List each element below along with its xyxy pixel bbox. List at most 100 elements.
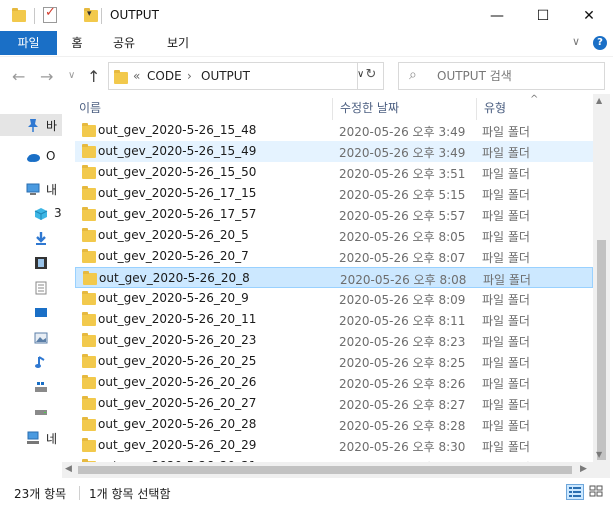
- modified-date: 2020-05-26 오후 5:15: [339, 188, 466, 202]
- file-name: out_gev_2020-5-26_20_29: [98, 438, 257, 452]
- selection-count: 1개 항목 선택함: [89, 487, 171, 501]
- file-name: out_gev_2020-5-26_20_26: [98, 375, 257, 389]
- table-row[interactable]: out_gev_2020-5-26_20_11 2020-05-26 오후 8:1…: [75, 309, 593, 330]
- modified-date: 2020-05-26 오후 8:08: [340, 273, 467, 287]
- table-row[interactable]: out_gev_2020-5-26_20_29 2020-05-26 오후 8:3…: [75, 435, 593, 456]
- sidebar-item-drive[interactable]: [0, 400, 62, 422]
- column-header-date[interactable]: 수정한 날짜: [340, 99, 399, 119]
- sidebar-item-music[interactable]: [0, 351, 62, 373]
- table-row[interactable]: out_gev_2020-5-26_20_7 2020-05-26 오후 8:07…: [75, 246, 593, 267]
- table-row[interactable]: out_gev_2020-5-26_20_28 2020-05-26 오후 8:2…: [75, 414, 593, 435]
- scroll-left-icon[interactable]: ◀: [65, 464, 72, 474]
- modified-date: 2020-05-26 오후 8:26: [339, 377, 466, 391]
- sidebar-item-network[interactable]: 네: [0, 427, 62, 449]
- tab-home[interactable]: 홈: [62, 31, 92, 55]
- scrollbar-thumb[interactable]: [597, 240, 606, 460]
- details-view-button[interactable]: [566, 484, 584, 500]
- table-row[interactable]: out_gev_2020-5-26_20_27 2020-05-26 오후 8:2…: [75, 393, 593, 414]
- table-row[interactable]: out_gev_2020-5-26_15_50 2020-05-26 오후 3:5…: [75, 162, 593, 183]
- large-icons-view-button[interactable]: [588, 484, 606, 500]
- table-row[interactable]: out_gev_2020-5-26_17_57 2020-05-26 오후 5:5…: [75, 204, 593, 225]
- column-header-name[interactable]: 이름: [79, 99, 101, 119]
- address-bar[interactable]: « CODE › OUTPUT ∨ ↻: [108, 62, 384, 90]
- table-row[interactable]: out_gev_2020-5-26_20_25 2020-05-26 오후 8:2…: [75, 351, 593, 372]
- properties-icon[interactable]: [43, 5, 57, 23]
- tab-share[interactable]: 공유: [104, 31, 144, 55]
- network-icon: [27, 431, 39, 444]
- file-type: 파일 폴더: [482, 419, 530, 433]
- table-row[interactable]: out_gev_2020-5-26_20_5 2020-05-26 오후 8:05…: [75, 225, 593, 246]
- scroll-down-icon[interactable]: ▼: [596, 450, 602, 459]
- forward-button[interactable]: →: [40, 67, 53, 86]
- tab-view[interactable]: 보기: [158, 31, 198, 55]
- expand-ribbon-icon[interactable]: ∨: [572, 35, 580, 48]
- sidebar-item-windows-drive[interactable]: [0, 376, 62, 398]
- folder-icon: [82, 291, 96, 305]
- horizontal-scrollbar[interactable]: ◀ ▶: [62, 462, 593, 478]
- table-row[interactable]: out_gev_2020-5-26_20_8 2020-05-26 오후 8:08…: [75, 267, 593, 288]
- table-row[interactable]: out_gev_2020-5-26_15_48 2020-05-26 오후 3:4…: [75, 120, 593, 141]
- help-icon[interactable]: ?: [593, 36, 607, 50]
- sidebar-item-this-pc[interactable]: 내: [0, 178, 62, 200]
- file-type: 파일 폴더: [482, 230, 530, 244]
- close-button[interactable]: ✕: [566, 0, 612, 31]
- folder-icon: [83, 271, 97, 285]
- divider: [79, 486, 80, 500]
- file-type: 파일 폴더: [482, 440, 530, 454]
- modified-date: 2020-05-26 오후 8:25: [339, 356, 466, 370]
- scrollbar-thumb[interactable]: [78, 466, 572, 474]
- search-box[interactable]: ⌕: [398, 62, 605, 90]
- search-input[interactable]: [437, 67, 597, 85]
- sidebar-item-documents[interactable]: [0, 277, 62, 299]
- table-row[interactable]: out_gev_2020-5-26_20_9 2020-05-26 오후 8:09…: [75, 288, 593, 309]
- breadcrumb-output[interactable]: OUTPUT: [201, 69, 250, 83]
- file-type: 파일 폴더: [482, 167, 530, 181]
- minimize-button[interactable]: —: [474, 0, 520, 31]
- sidebar-item-pictures[interactable]: [0, 327, 62, 349]
- search-icon: ⌕: [409, 67, 417, 83]
- column-divider[interactable]: [332, 98, 333, 120]
- file-name: out_gev_2020-5-26_20_27: [98, 396, 257, 410]
- back-button[interactable]: ←: [12, 67, 25, 86]
- refresh-button[interactable]: ↻: [357, 62, 384, 90]
- file-type: 파일 폴더: [482, 251, 530, 265]
- onedrive-icon: [27, 154, 40, 162]
- modified-date: 2020-05-26 오후 8:09: [339, 293, 466, 307]
- sidebar-item-3d-objects[interactable]: 3: [0, 203, 62, 225]
- modified-date: 2020-05-26 오후 8:30: [339, 440, 466, 454]
- scroll-right-icon[interactable]: ▶: [580, 464, 587, 474]
- sidebar-item-onedrive[interactable]: O: [0, 146, 62, 168]
- table-row[interactable]: out_gev_2020-5-26_20_23 2020-05-26 오후 8:2…: [75, 330, 593, 351]
- folder-icon: [82, 354, 96, 368]
- file-name: out_gev_2020-5-26_15_48: [98, 123, 257, 137]
- window-title: OUTPUT: [110, 8, 159, 22]
- breadcrumb-overflow[interactable]: «: [133, 69, 140, 83]
- column-divider[interactable]: [476, 98, 477, 120]
- breadcrumb-code[interactable]: CODE: [147, 69, 182, 83]
- sort-ascending-icon: ^: [530, 94, 539, 105]
- recent-locations-button[interactable]: ∨: [68, 70, 75, 81]
- table-row[interactable]: out_gev_2020-5-26_17_15 2020-05-26 오후 5:1…: [75, 183, 593, 204]
- sidebar-item-desktop[interactable]: [0, 302, 62, 324]
- sidebar-item-downloads[interactable]: [0, 227, 62, 249]
- sidebar-item-quick-access[interactable]: 바: [0, 114, 62, 136]
- modified-date: 2020-05-26 오후 8:27: [339, 398, 466, 412]
- folder-icon: [82, 123, 96, 137]
- divider: [101, 8, 102, 24]
- sidebar-item-videos[interactable]: [0, 252, 62, 274]
- scroll-up-icon[interactable]: ▲: [596, 96, 602, 105]
- customize-toolbar-icon[interactable]: ▾: [87, 9, 92, 19]
- folder-icon: [82, 228, 96, 242]
- folder-icon: [82, 207, 96, 221]
- modified-date: 2020-05-26 오후 3:49: [339, 146, 466, 160]
- tab-file[interactable]: 파일: [0, 31, 57, 55]
- vertical-scrollbar[interactable]: ▲ ▼: [593, 94, 610, 478]
- breadcrumb-separator[interactable]: ›: [187, 69, 192, 83]
- up-button[interactable]: ↑: [87, 67, 100, 86]
- table-row[interactable]: out_gev_2020-5-26_20_26 2020-05-26 오후 8:2…: [75, 372, 593, 393]
- maximize-button[interactable]: ☐: [520, 0, 566, 31]
- modified-date: 2020-05-26 오후 8:11: [339, 314, 466, 328]
- sidebar-item-label: O: [46, 149, 56, 163]
- table-row[interactable]: out_gev_2020-5-26_15_49 2020-05-26 오후 3:4…: [75, 141, 593, 162]
- column-header-type[interactable]: 유형: [484, 99, 506, 119]
